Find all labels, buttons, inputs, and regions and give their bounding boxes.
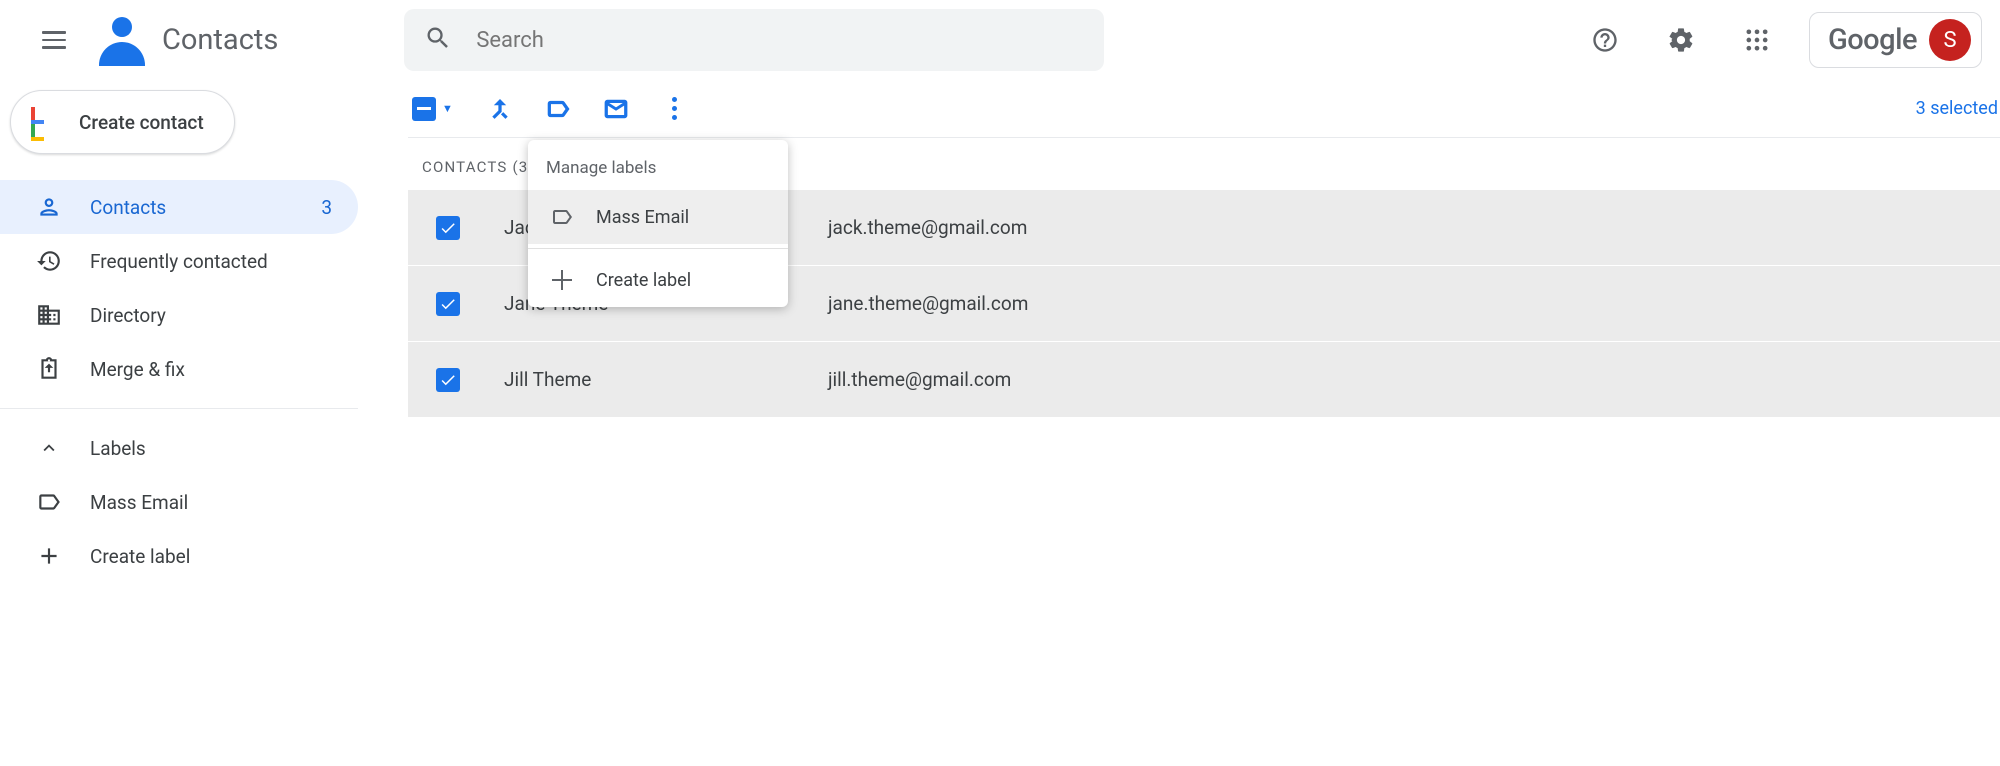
- sidebar-create-label[interactable]: Create label: [0, 529, 358, 583]
- plus-icon: [550, 268, 574, 292]
- send-email-button[interactable]: [592, 85, 640, 133]
- row-checkbox[interactable]: [436, 216, 460, 240]
- main-content: ▼ 3 selected Contacts (3) Jack Them: [358, 80, 2000, 583]
- dropdown-item-label: Mass Email: [596, 207, 689, 228]
- check-icon: [439, 219, 457, 237]
- dropdown-item-label: Create label: [596, 270, 691, 291]
- app-title: Contacts: [162, 23, 278, 57]
- email-icon: [603, 96, 629, 122]
- help-icon: [1591, 26, 1619, 54]
- caret-down-icon: ▼: [442, 102, 453, 115]
- check-icon: [439, 295, 457, 313]
- search-input[interactable]: [476, 28, 1084, 53]
- more-vert-icon: [672, 97, 677, 120]
- sidebar-item-label: Merge & fix: [90, 358, 358, 381]
- dropdown-label-mass-email[interactable]: Mass Email: [528, 190, 788, 244]
- contact-name: Jill Theme: [504, 368, 784, 391]
- label-icon: [545, 96, 571, 122]
- selection-toolbar: ▼ 3 selected: [408, 80, 2000, 138]
- labels-header-text: Labels: [90, 437, 146, 460]
- google-wordmark: Google: [1828, 23, 1917, 57]
- merge-fix-icon: [36, 356, 62, 382]
- person-icon: [36, 194, 62, 220]
- contact-email: jack.theme@gmail.com: [828, 216, 2000, 239]
- google-apps-button[interactable]: [1733, 16, 1781, 64]
- hamburger-icon: [42, 31, 66, 49]
- sidebar-item-frequent[interactable]: Frequently contacted: [0, 234, 358, 288]
- sidebar-item-count: 3: [321, 196, 332, 219]
- sidebar-item-label: Contacts: [90, 196, 293, 219]
- sidebar: Create contact Contacts 3 Frequently con…: [0, 80, 358, 583]
- sidebar-item-contacts[interactable]: Contacts 3: [0, 180, 358, 234]
- plus-multicolor-icon: [31, 107, 61, 137]
- app-logo[interactable]: Contacts: [96, 14, 278, 66]
- create-contact-label: Create contact: [79, 111, 204, 134]
- plus-icon: [36, 543, 62, 569]
- sidebar-item-label: Mass Email: [90, 491, 358, 514]
- manage-labels-button[interactable]: [534, 85, 582, 133]
- history-icon: [36, 248, 62, 274]
- more-actions-button[interactable]: [650, 85, 698, 133]
- labels-section-toggle[interactable]: Labels: [0, 421, 358, 475]
- domain-icon: [36, 302, 62, 328]
- sidebar-item-directory[interactable]: Directory: [0, 288, 358, 342]
- label-icon: [36, 489, 62, 515]
- row-checkbox[interactable]: [436, 368, 460, 392]
- dropdown-title: Manage labels: [528, 154, 788, 190]
- sidebar-label-mass-email[interactable]: Mass Email: [0, 475, 358, 529]
- gear-icon: [1667, 26, 1695, 54]
- chevron-up-icon: [36, 437, 62, 459]
- apps-grid-icon: [1743, 26, 1771, 54]
- google-account-chip[interactable]: Google S: [1809, 12, 1982, 68]
- row-checkbox[interactable]: [436, 292, 460, 316]
- table-row[interactable]: Jill Theme jill.theme@gmail.com: [408, 342, 2000, 418]
- sidebar-item-label: Create label: [90, 545, 358, 568]
- merge-icon: [487, 96, 513, 122]
- label-icon: [550, 205, 574, 229]
- sidebar-item-label: Frequently contacted: [90, 250, 358, 273]
- indeterminate-checkbox-icon: [412, 97, 436, 121]
- manage-labels-dropdown: Manage labels Mass Email Create label: [528, 140, 788, 307]
- contacts-person-icon: [96, 14, 148, 66]
- main-menu-button[interactable]: [30, 16, 78, 64]
- settings-button[interactable]: [1657, 16, 1705, 64]
- sidebar-item-merge-fix[interactable]: Merge & fix: [0, 342, 358, 396]
- avatar: S: [1929, 19, 1971, 61]
- contact-email: jill.theme@gmail.com: [828, 368, 2000, 391]
- sidebar-item-label: Directory: [90, 304, 358, 327]
- selected-count: 3 selected: [1916, 98, 1998, 119]
- merge-button[interactable]: [476, 85, 524, 133]
- dropdown-create-label[interactable]: Create label: [528, 253, 788, 307]
- app-header: Contacts Google S: [0, 0, 2000, 80]
- select-all-toggle[interactable]: ▼: [408, 90, 466, 128]
- contact-email: jane.theme@gmail.com: [828, 292, 2000, 315]
- search-box[interactable]: [404, 9, 1104, 71]
- search-icon: [424, 24, 452, 56]
- help-button[interactable]: [1581, 16, 1629, 64]
- check-icon: [439, 371, 457, 389]
- create-contact-button[interactable]: Create contact: [10, 90, 235, 154]
